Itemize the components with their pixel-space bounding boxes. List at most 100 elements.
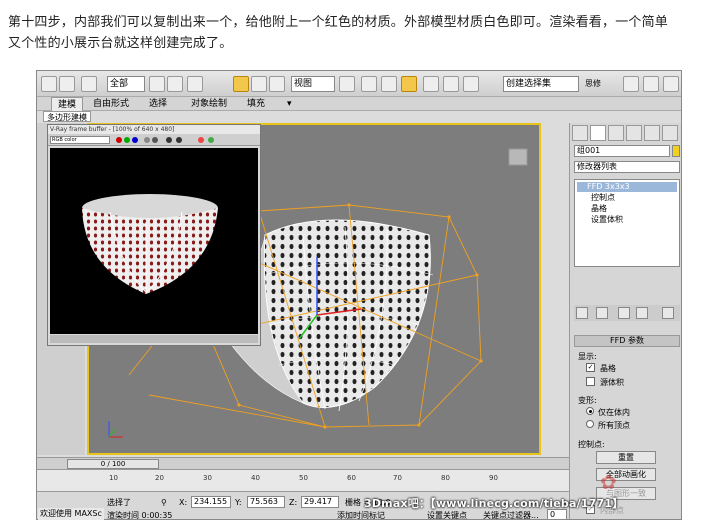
configure-sets-icon[interactable] bbox=[662, 307, 674, 319]
watermark-text: 3Dmax吧：【www.linecg.com/tieba/1771】 bbox=[364, 497, 624, 510]
stack-controls bbox=[574, 305, 680, 321]
maxscript-listener[interactable]: 欢迎使用 MAXSc bbox=[38, 508, 104, 520]
reference-coordinate-dropdown[interactable]: 视图 bbox=[291, 76, 335, 92]
rotate-icon[interactable] bbox=[251, 76, 267, 92]
scale-icon[interactable] bbox=[269, 76, 285, 92]
z-label: Z: bbox=[289, 498, 298, 507]
material-editor-icon[interactable] bbox=[623, 76, 639, 92]
object-name-field[interactable]: 组001 bbox=[574, 145, 670, 157]
pivot-icon[interactable] bbox=[339, 76, 355, 92]
source-volume-label: 源体积 bbox=[600, 378, 624, 387]
object-color-swatch[interactable] bbox=[672, 145, 680, 157]
y-label: Y: bbox=[235, 498, 242, 507]
y-coordinate-field[interactable]: 75.563 bbox=[247, 496, 285, 508]
tick-label: 60 bbox=[347, 474, 356, 482]
render-region-icon[interactable] bbox=[198, 137, 204, 143]
only-in-volume-radio[interactable] bbox=[586, 407, 594, 415]
ribbon-options-icon[interactable]: ▾ bbox=[281, 97, 298, 111]
tab-object-paint[interactable]: 对象绘制 bbox=[185, 97, 233, 111]
angle-snap-icon[interactable] bbox=[381, 76, 397, 92]
vray-frame-buffer-window[interactable]: V-Ray frame buffer - [100% of 640 x 480]… bbox=[47, 124, 261, 346]
x-coordinate-field[interactable]: 234.155 bbox=[191, 496, 231, 508]
mono-icon[interactable] bbox=[152, 137, 158, 143]
motion-tab-icon[interactable] bbox=[626, 125, 642, 141]
undo-icon[interactable] bbox=[41, 76, 57, 92]
stack-item-control-points[interactable]: 控制点 bbox=[591, 193, 615, 203]
show-end-result-icon[interactable] bbox=[596, 307, 608, 319]
tick-label: 90 bbox=[489, 474, 498, 482]
channel-dropdown[interactable]: RGB color bbox=[50, 136, 110, 144]
control-points-group-label: 控制点: bbox=[578, 440, 605, 449]
stack-item-lattice[interactable]: 晶格 bbox=[591, 204, 607, 214]
move-icon[interactable] bbox=[233, 76, 249, 92]
mirror-icon[interactable] bbox=[423, 76, 439, 92]
display-tab-icon[interactable] bbox=[644, 125, 660, 141]
alpha-channel-icon[interactable] bbox=[144, 137, 150, 143]
time-slider-bar: 0 / 100 bbox=[37, 457, 569, 469]
reset-button[interactable]: 重置 bbox=[596, 451, 656, 464]
link-icon[interactable] bbox=[81, 76, 97, 92]
display-group-label: 显示: bbox=[578, 352, 597, 361]
rendered-image bbox=[50, 148, 258, 334]
time-slider[interactable]: 0 / 100 bbox=[67, 459, 159, 469]
tick-label: 20 bbox=[155, 474, 164, 482]
remove-modifier-icon[interactable] bbox=[636, 307, 648, 319]
track-bar[interactable]: 10 20 30 40 50 60 70 80 90 bbox=[37, 469, 569, 491]
axis-tripod-icon bbox=[108, 421, 123, 438]
save-image-icon[interactable] bbox=[166, 137, 172, 143]
render-icon[interactable] bbox=[643, 76, 659, 92]
redo-icon[interactable] bbox=[59, 76, 75, 92]
teapot-render-icon[interactable] bbox=[663, 76, 679, 92]
stack-item-set-volume[interactable]: 设置体积 bbox=[591, 215, 623, 225]
utilities-tab-icon[interactable] bbox=[662, 125, 678, 141]
z-coordinate-field[interactable]: 29.417 bbox=[301, 496, 339, 508]
region-select-icon[interactable] bbox=[187, 76, 203, 92]
named-selection-dropdown[interactable]: 创建选择集 bbox=[503, 76, 579, 92]
only-in-volume-label: 仅在体内 bbox=[598, 408, 630, 417]
modify-tab-icon[interactable] bbox=[590, 125, 606, 141]
modifier-list-dropdown[interactable]: 修改器列表 bbox=[574, 161, 680, 173]
snap-icon[interactable] bbox=[361, 76, 377, 92]
red-channel-icon[interactable] bbox=[116, 137, 122, 143]
lattice-checkbox[interactable]: ✓ bbox=[586, 363, 595, 372]
hierarchy-tab-icon[interactable] bbox=[608, 125, 624, 141]
tick-label: 50 bbox=[299, 474, 308, 482]
lock-icon[interactable]: ⚲ bbox=[161, 497, 167, 508]
select-by-name-icon[interactable] bbox=[167, 76, 183, 92]
tick-label: 80 bbox=[441, 474, 450, 482]
make-unique-icon[interactable] bbox=[618, 307, 630, 319]
blue-channel-icon[interactable] bbox=[132, 137, 138, 143]
main-toolbar: 全部 视图 创建选择集 思修 bbox=[37, 71, 681, 97]
render-setup-icon[interactable] bbox=[463, 76, 479, 92]
command-panel-tabs bbox=[572, 125, 680, 141]
green-channel-icon[interactable] bbox=[124, 137, 130, 143]
align-icon[interactable] bbox=[443, 76, 459, 92]
article-text: 第十四步，内部我们可以复制出来一个，给他附上一个红色的材质。外部模型材质白色即可… bbox=[8, 12, 720, 54]
subtab-poly-modeling[interactable]: 多边形建模 bbox=[43, 111, 91, 122]
select-icon[interactable] bbox=[149, 76, 165, 92]
percent-snap-icon[interactable] bbox=[401, 76, 417, 92]
deform-group-label: 变形: bbox=[578, 396, 597, 405]
selection-filter-dropdown[interactable]: 全部 bbox=[107, 76, 145, 92]
modifier-stack: FFD 3x3x3 控制点 晶格 设置体积 bbox=[574, 179, 680, 267]
ffd-params-rollout[interactable]: FFD 参数 bbox=[574, 335, 680, 347]
toolbar-extra-label: 思修 bbox=[585, 79, 601, 88]
tick-label: 40 bbox=[251, 474, 260, 482]
create-tab-icon[interactable] bbox=[572, 125, 588, 141]
tab-modeling[interactable]: 建模 bbox=[51, 97, 84, 111]
pin-stack-icon[interactable] bbox=[576, 307, 588, 319]
all-vertices-radio[interactable] bbox=[586, 420, 594, 428]
tab-populate[interactable]: 填充 bbox=[241, 97, 271, 111]
command-panel: 组001 修改器列表 FFD 3x3x3 控制点 晶格 设置体积 FFD 参数 … bbox=[569, 123, 681, 519]
track-mouse-icon[interactable] bbox=[208, 137, 214, 143]
3dsmax-window: 全部 视图 创建选择集 思修 建模 自由形式 选择 对象绘制 填充 ▾ 多边形建… bbox=[36, 70, 682, 520]
source-volume-checkbox[interactable] bbox=[586, 377, 595, 386]
stack-item-ffd[interactable]: FFD 3x3x3 bbox=[577, 182, 677, 192]
viewcube-icon[interactable] bbox=[508, 148, 528, 166]
clear-image-icon[interactable] bbox=[176, 137, 182, 143]
render-time: 渲染时间 0:00:35 bbox=[107, 511, 173, 520]
x-label: X: bbox=[179, 498, 188, 507]
tab-freeform[interactable]: 自由形式 bbox=[87, 97, 135, 111]
frame-buffer-scrollbar[interactable] bbox=[50, 335, 258, 343]
tab-selection[interactable]: 选择 bbox=[143, 97, 173, 111]
